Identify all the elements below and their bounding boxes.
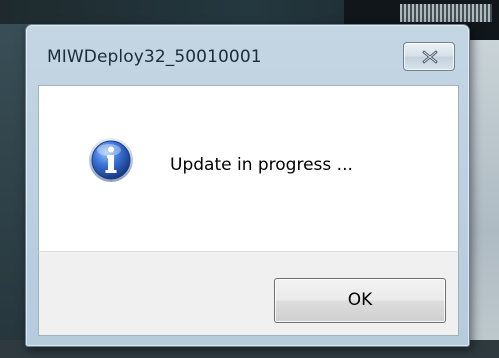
dialog-button-bar: OK <box>38 251 459 336</box>
dialog-title: MIWDeploy32_50010001 <box>47 47 262 67</box>
close-button[interactable] <box>403 42 455 71</box>
desktop-background: MIWDeploy32_50010001 Update in progress … <box>0 0 499 358</box>
background-pattern <box>400 4 492 22</box>
close-icon <box>422 50 438 64</box>
background-window-right <box>468 40 499 358</box>
message-dialog: MIWDeploy32_50010001 Update in progress … <box>25 24 470 347</box>
ok-button[interactable]: OK <box>274 278 446 323</box>
info-icon <box>88 137 134 183</box>
dialog-content: Update in progress ... <box>38 85 459 252</box>
dialog-message: Update in progress ... <box>170 155 353 175</box>
dialog-titlebar[interactable]: MIWDeploy32_50010001 <box>26 25 469 85</box>
